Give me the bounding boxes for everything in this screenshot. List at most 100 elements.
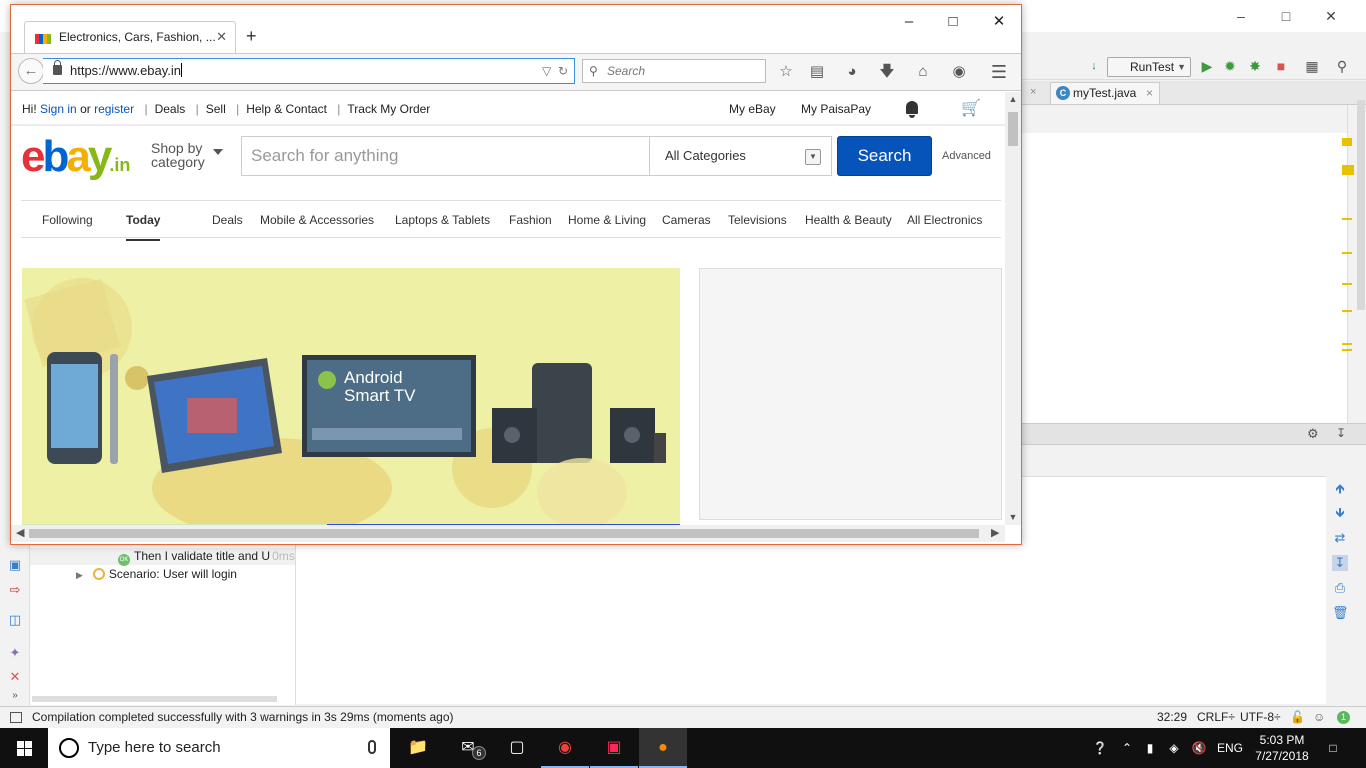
warning-marker[interactable] xyxy=(1342,218,1352,220)
mail-icon[interactable]: ✉ 6 xyxy=(444,728,492,768)
tree-scrollbar[interactable] xyxy=(32,696,277,702)
taskbar-search-box[interactable]: Type here to search xyxy=(48,728,390,768)
dropdown-icon[interactable]: ▽ xyxy=(542,64,551,78)
encoding[interactable]: UTF-8÷ xyxy=(1240,707,1281,728)
help-icon[interactable]: ❔ xyxy=(1088,728,1112,768)
warning-marker[interactable] xyxy=(1342,138,1352,146)
tree-item-scenario[interactable]: ▶ Scenario: User will login xyxy=(76,567,237,581)
hide-panel-icon[interactable]: ↧ xyxy=(1336,426,1346,440)
status-message[interactable]: Compilation completed successfully with … xyxy=(32,707,454,728)
pocket-icon[interactable]: ◕ xyxy=(842,62,862,82)
code-editor[interactable] xyxy=(1022,133,1347,423)
cart-icon[interactable]: 🛒 xyxy=(961,100,981,118)
search-button[interactable]: Search xyxy=(837,136,932,176)
browser-tab[interactable]: Electronics, Cars, Fashion, ... ✕ xyxy=(24,21,236,54)
scroll-down-icon[interactable]: ▼ xyxy=(1005,512,1021,522)
reading-list-icon[interactable]: ▤ xyxy=(807,62,827,82)
close-tab-icon[interactable]: × xyxy=(1146,83,1153,103)
menu-icon[interactable]: ☰ xyxy=(989,62,1009,82)
maximize-icon[interactable]: □ xyxy=(933,9,973,35)
bookmark-star-icon[interactable]: ☆ xyxy=(776,62,796,82)
nav-following[interactable]: Following xyxy=(42,201,93,239)
reload-icon[interactable]: ↻ xyxy=(558,64,568,78)
chrome-icon[interactable]: ◉ xyxy=(541,728,589,768)
track-order-link[interactable]: Track My Order xyxy=(347,102,430,116)
close-icon[interactable]: ✕ xyxy=(7,669,23,685)
search-icon[interactable]: ⚲ xyxy=(1333,57,1351,75)
export-icon[interactable]: ⇨ xyxy=(7,582,23,598)
download-icon[interactable]: 🡇 xyxy=(877,62,897,82)
new-tab-icon[interactable]: + xyxy=(246,25,257,47)
browser-search-input[interactable]: ⚲ Search xyxy=(582,59,766,83)
inspector-icon[interactable]: ☺ xyxy=(1313,707,1325,728)
sign-in-link[interactable]: Sign in xyxy=(40,102,77,116)
home-icon[interactable]: ⌂ xyxy=(913,62,933,82)
scroll-left-icon[interactable]: ◀ xyxy=(16,525,24,542)
nav-laptops-tablets[interactable]: Laptops & Tablets xyxy=(395,201,490,239)
volume-muted-icon[interactable]: 🔇 xyxy=(1188,728,1210,768)
caret-position[interactable]: 32:29 xyxy=(1157,707,1187,728)
maximize-icon[interactable]: □ xyxy=(1263,4,1309,28)
firefox-icon[interactable]: ● xyxy=(639,728,687,768)
editor-scrollbar[interactable] xyxy=(1357,100,1365,310)
nav-today[interactable]: Today xyxy=(126,201,161,241)
line-separator[interactable]: CRLF÷ xyxy=(1197,707,1235,728)
warning-marker[interactable] xyxy=(1342,343,1352,345)
nav-cameras[interactable]: Cameras xyxy=(662,201,711,239)
tab-mytest-java[interactable]: C myTest.java × xyxy=(1050,82,1160,104)
close-icon[interactable]: ✕ xyxy=(1308,4,1354,28)
close-tab-icon[interactable]: ✕ xyxy=(216,22,227,52)
nav-mobile-accessories[interactable]: Mobile & Accessories xyxy=(260,201,374,239)
debug-icon[interactable]: ✹ xyxy=(1221,57,1239,75)
ebay-search-input[interactable]: Search for anything xyxy=(241,136,650,176)
intellij-icon[interactable]: ▣ xyxy=(590,728,638,768)
category-select[interactable]: All Categories ▼ xyxy=(649,136,832,176)
scroll-up-icon[interactable]: ▲ xyxy=(1005,94,1021,104)
microphone-icon[interactable] xyxy=(368,740,376,754)
scroll-thumb[interactable] xyxy=(29,529,979,538)
warning-marker[interactable] xyxy=(1342,165,1354,175)
event-log-icon[interactable]: 1 xyxy=(1337,711,1350,724)
scroll-to-end-icon[interactable]: ↧ xyxy=(1332,555,1348,571)
nav-deals[interactable]: Deals xyxy=(212,201,243,239)
warning-marker[interactable] xyxy=(1342,349,1352,351)
toggle-tool-windows-icon[interactable] xyxy=(10,712,22,723)
run-icon[interactable]: ▶ xyxy=(1198,57,1216,75)
layout-icon[interactable]: ◫ xyxy=(7,612,23,628)
pin-icon[interactable]: ✦ xyxy=(7,645,23,661)
warning-marker[interactable] xyxy=(1342,252,1352,254)
print-icon[interactable]: ⎙ xyxy=(1332,580,1348,596)
close-icon[interactable]: ✕ xyxy=(979,9,1019,35)
sell-link[interactable]: Sell xyxy=(206,102,226,116)
nav-televisions[interactable]: Televisions xyxy=(728,201,787,239)
notifications-icon[interactable]: □ xyxy=(1320,728,1346,768)
more-icon[interactable]: » xyxy=(7,688,23,704)
scroll-thumb[interactable] xyxy=(1008,112,1018,146)
notification-bell-icon[interactable] xyxy=(904,101,920,118)
clock[interactable]: 5:03 PM 7/27/2018 xyxy=(1250,732,1314,764)
shop-by-category-button[interactable]: Shop by category xyxy=(151,141,223,169)
stop-icon[interactable]: ■ xyxy=(1272,57,1290,75)
tree-item-step[interactable]: OK Then I validate title and U 0ms xyxy=(118,549,295,566)
language-indicator[interactable]: ENG xyxy=(1213,728,1247,768)
arrow-down-icon[interactable]: 🡻 xyxy=(1332,505,1348,521)
nav-all-electronics[interactable]: All Electronics xyxy=(907,201,982,239)
nav-home-living[interactable]: Home & Living xyxy=(568,201,646,239)
my-paisapay-link[interactable]: My PaisaPay xyxy=(801,92,871,126)
vertical-scrollbar[interactable]: ▲ ▼ xyxy=(1005,92,1021,525)
deals-link[interactable]: Deals xyxy=(155,102,186,116)
hero-banner[interactable]: Android Smart TV xyxy=(22,268,680,525)
soft-wrap-icon[interactable]: ⇄ xyxy=(1332,530,1348,546)
my-ebay-link[interactable]: My eBay xyxy=(729,92,776,126)
gear-icon[interactable]: ⚙ xyxy=(1307,426,1319,442)
url-bar[interactable]: https://www.ebay.in ▽ ↻ xyxy=(43,58,575,84)
horizontal-scrollbar[interactable]: ◀ ▶ xyxy=(11,525,1005,542)
camera-icon[interactable]: ▣ xyxy=(7,557,23,573)
coverage-icon[interactable]: ✸ xyxy=(1246,57,1264,75)
close-tab-icon[interactable]: × xyxy=(1030,86,1036,98)
scroll-right-icon[interactable]: ▶ xyxy=(991,525,999,542)
lock-icon[interactable]: 🔓 xyxy=(1290,707,1305,728)
warning-marker[interactable] xyxy=(1342,310,1352,312)
project-structure-icon[interactable]: ▦ xyxy=(1303,57,1321,75)
warning-marker[interactable] xyxy=(1342,283,1352,285)
